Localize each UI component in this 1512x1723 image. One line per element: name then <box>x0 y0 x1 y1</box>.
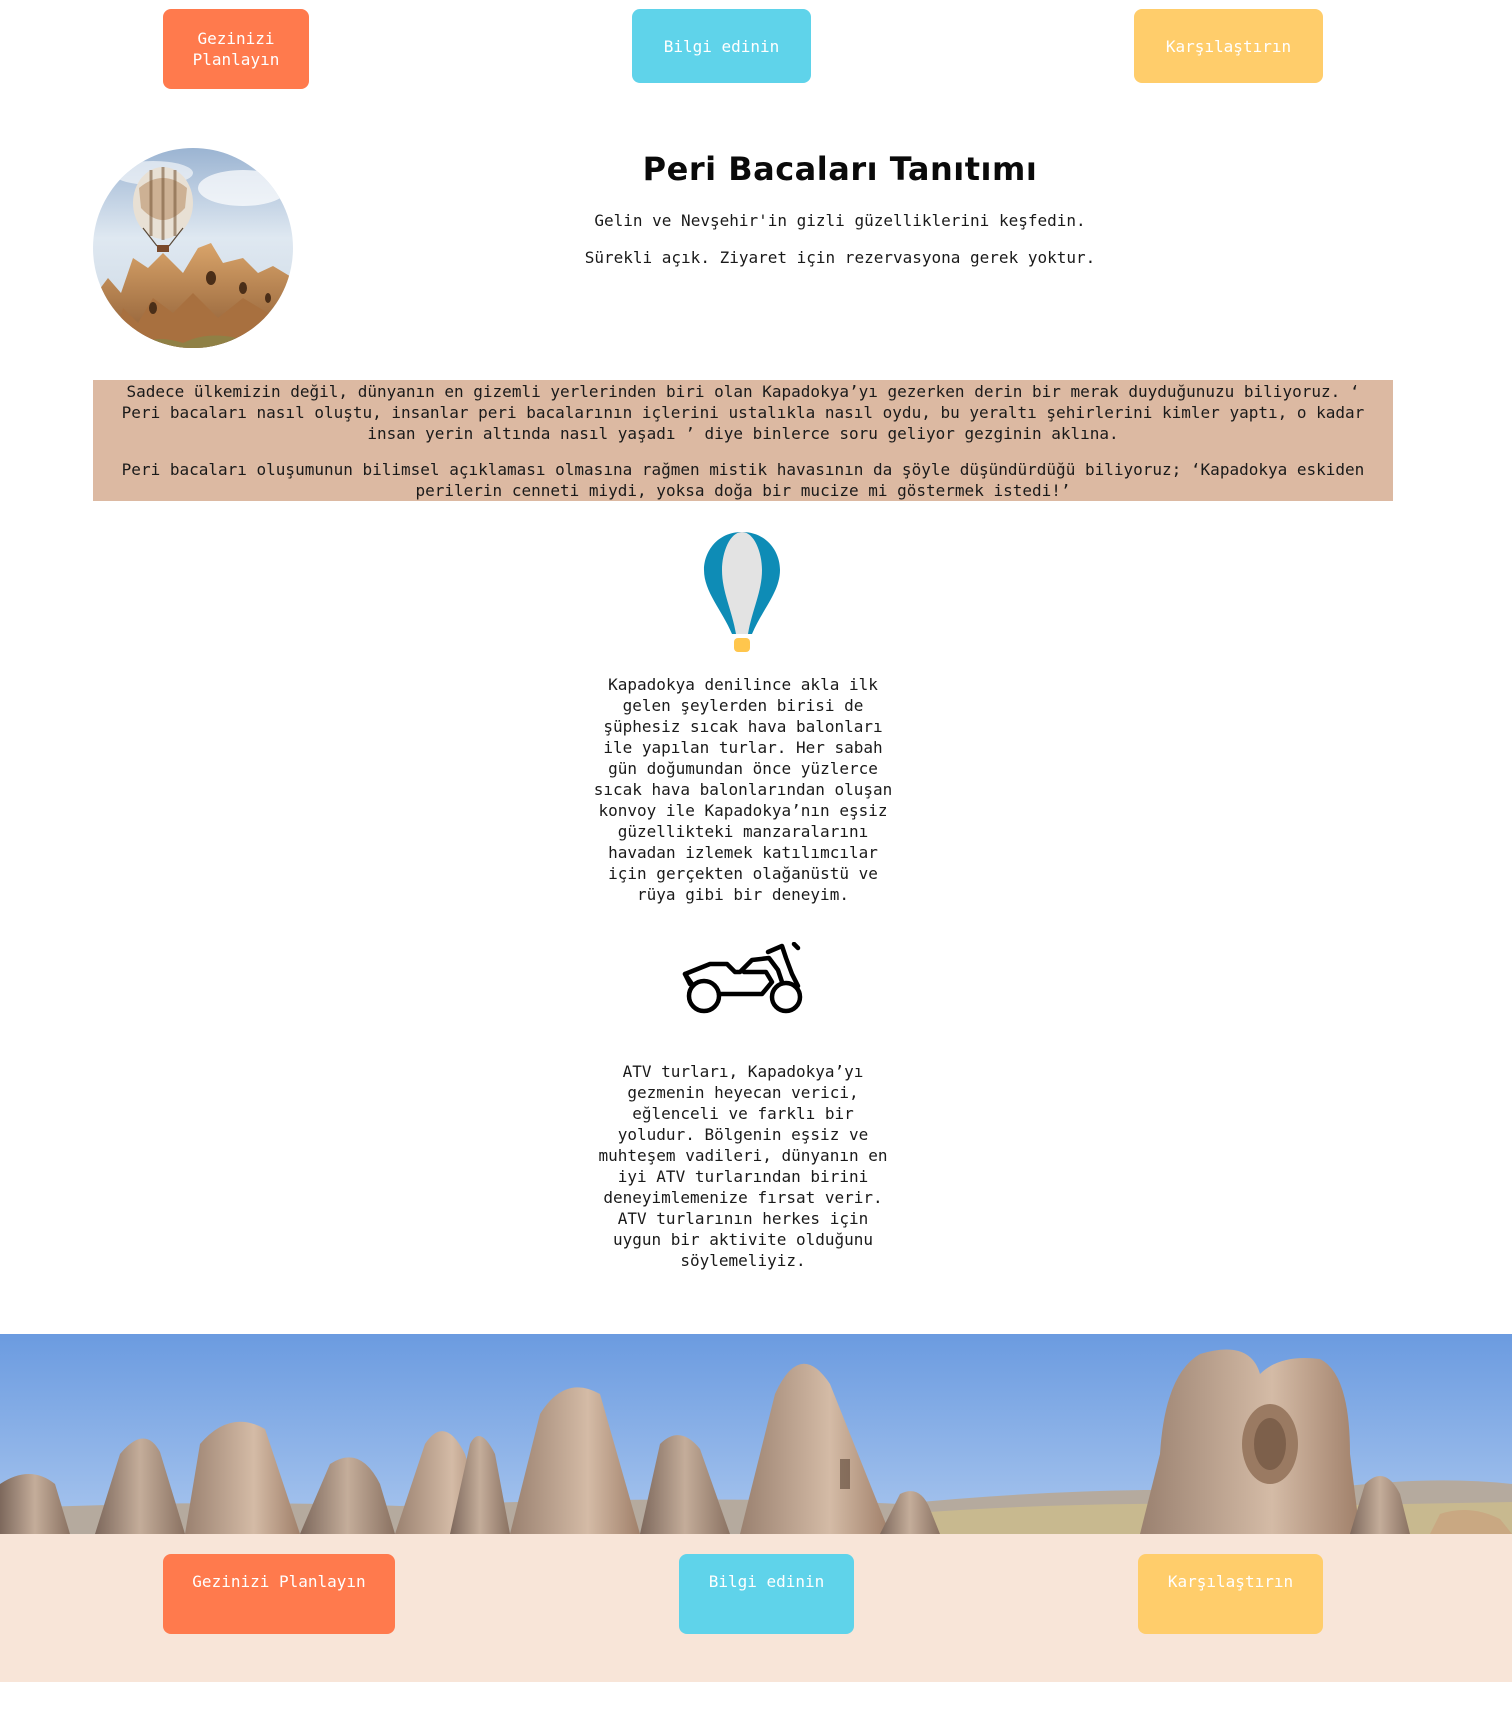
page-title: Peri Bacaları Tanıtımı <box>642 150 1038 188</box>
intro-paragraph-2: Peri bacaları oluşumunun bilimsel açıkla… <box>121 460 1365 500</box>
intro-section: Sadece ülkemizin değil, dünyanın en gize… <box>93 380 1393 501</box>
balloon-tour-text: Kapadokya denilince akla ilk gelen şeyle… <box>593 675 893 904</box>
footer: Gezinizi Planlayın Bilgi edinin Karşılaş… <box>0 1534 1512 1682</box>
plan-trip-button-bottom[interactable]: Gezinizi Planlayın <box>163 1554 395 1634</box>
atv-icon <box>682 941 806 1016</box>
opening-note: Sürekli açık. Ziyaret için rezervasyona … <box>584 248 1096 267</box>
compare-button-bottom[interactable]: Karşılaştırın <box>1138 1554 1323 1634</box>
atv-tour-text: ATV turları, Kapadokya’yı gezmenin heyec… <box>598 1062 888 1270</box>
hot-air-balloon-icon <box>702 530 782 656</box>
intro-paragraph-1: Sadece ülkemizin değil, dünyanın en gize… <box>121 382 1365 443</box>
hero-balloon-image <box>93 148 293 348</box>
learn-more-button-bottom[interactable]: Bilgi edinin <box>679 1554 854 1634</box>
cappadocia-landscape-image <box>0 1334 1512 1534</box>
compare-button-top[interactable]: Karşılaştırın <box>1134 9 1323 83</box>
learn-more-button-top[interactable]: Bilgi edinin <box>632 9 811 83</box>
page-subtitle: Gelin ve Nevşehir'in gizli güzelliklerin… <box>594 211 1086 230</box>
plan-trip-button-top[interactable]: Gezinizi Planlayın <box>163 9 309 89</box>
